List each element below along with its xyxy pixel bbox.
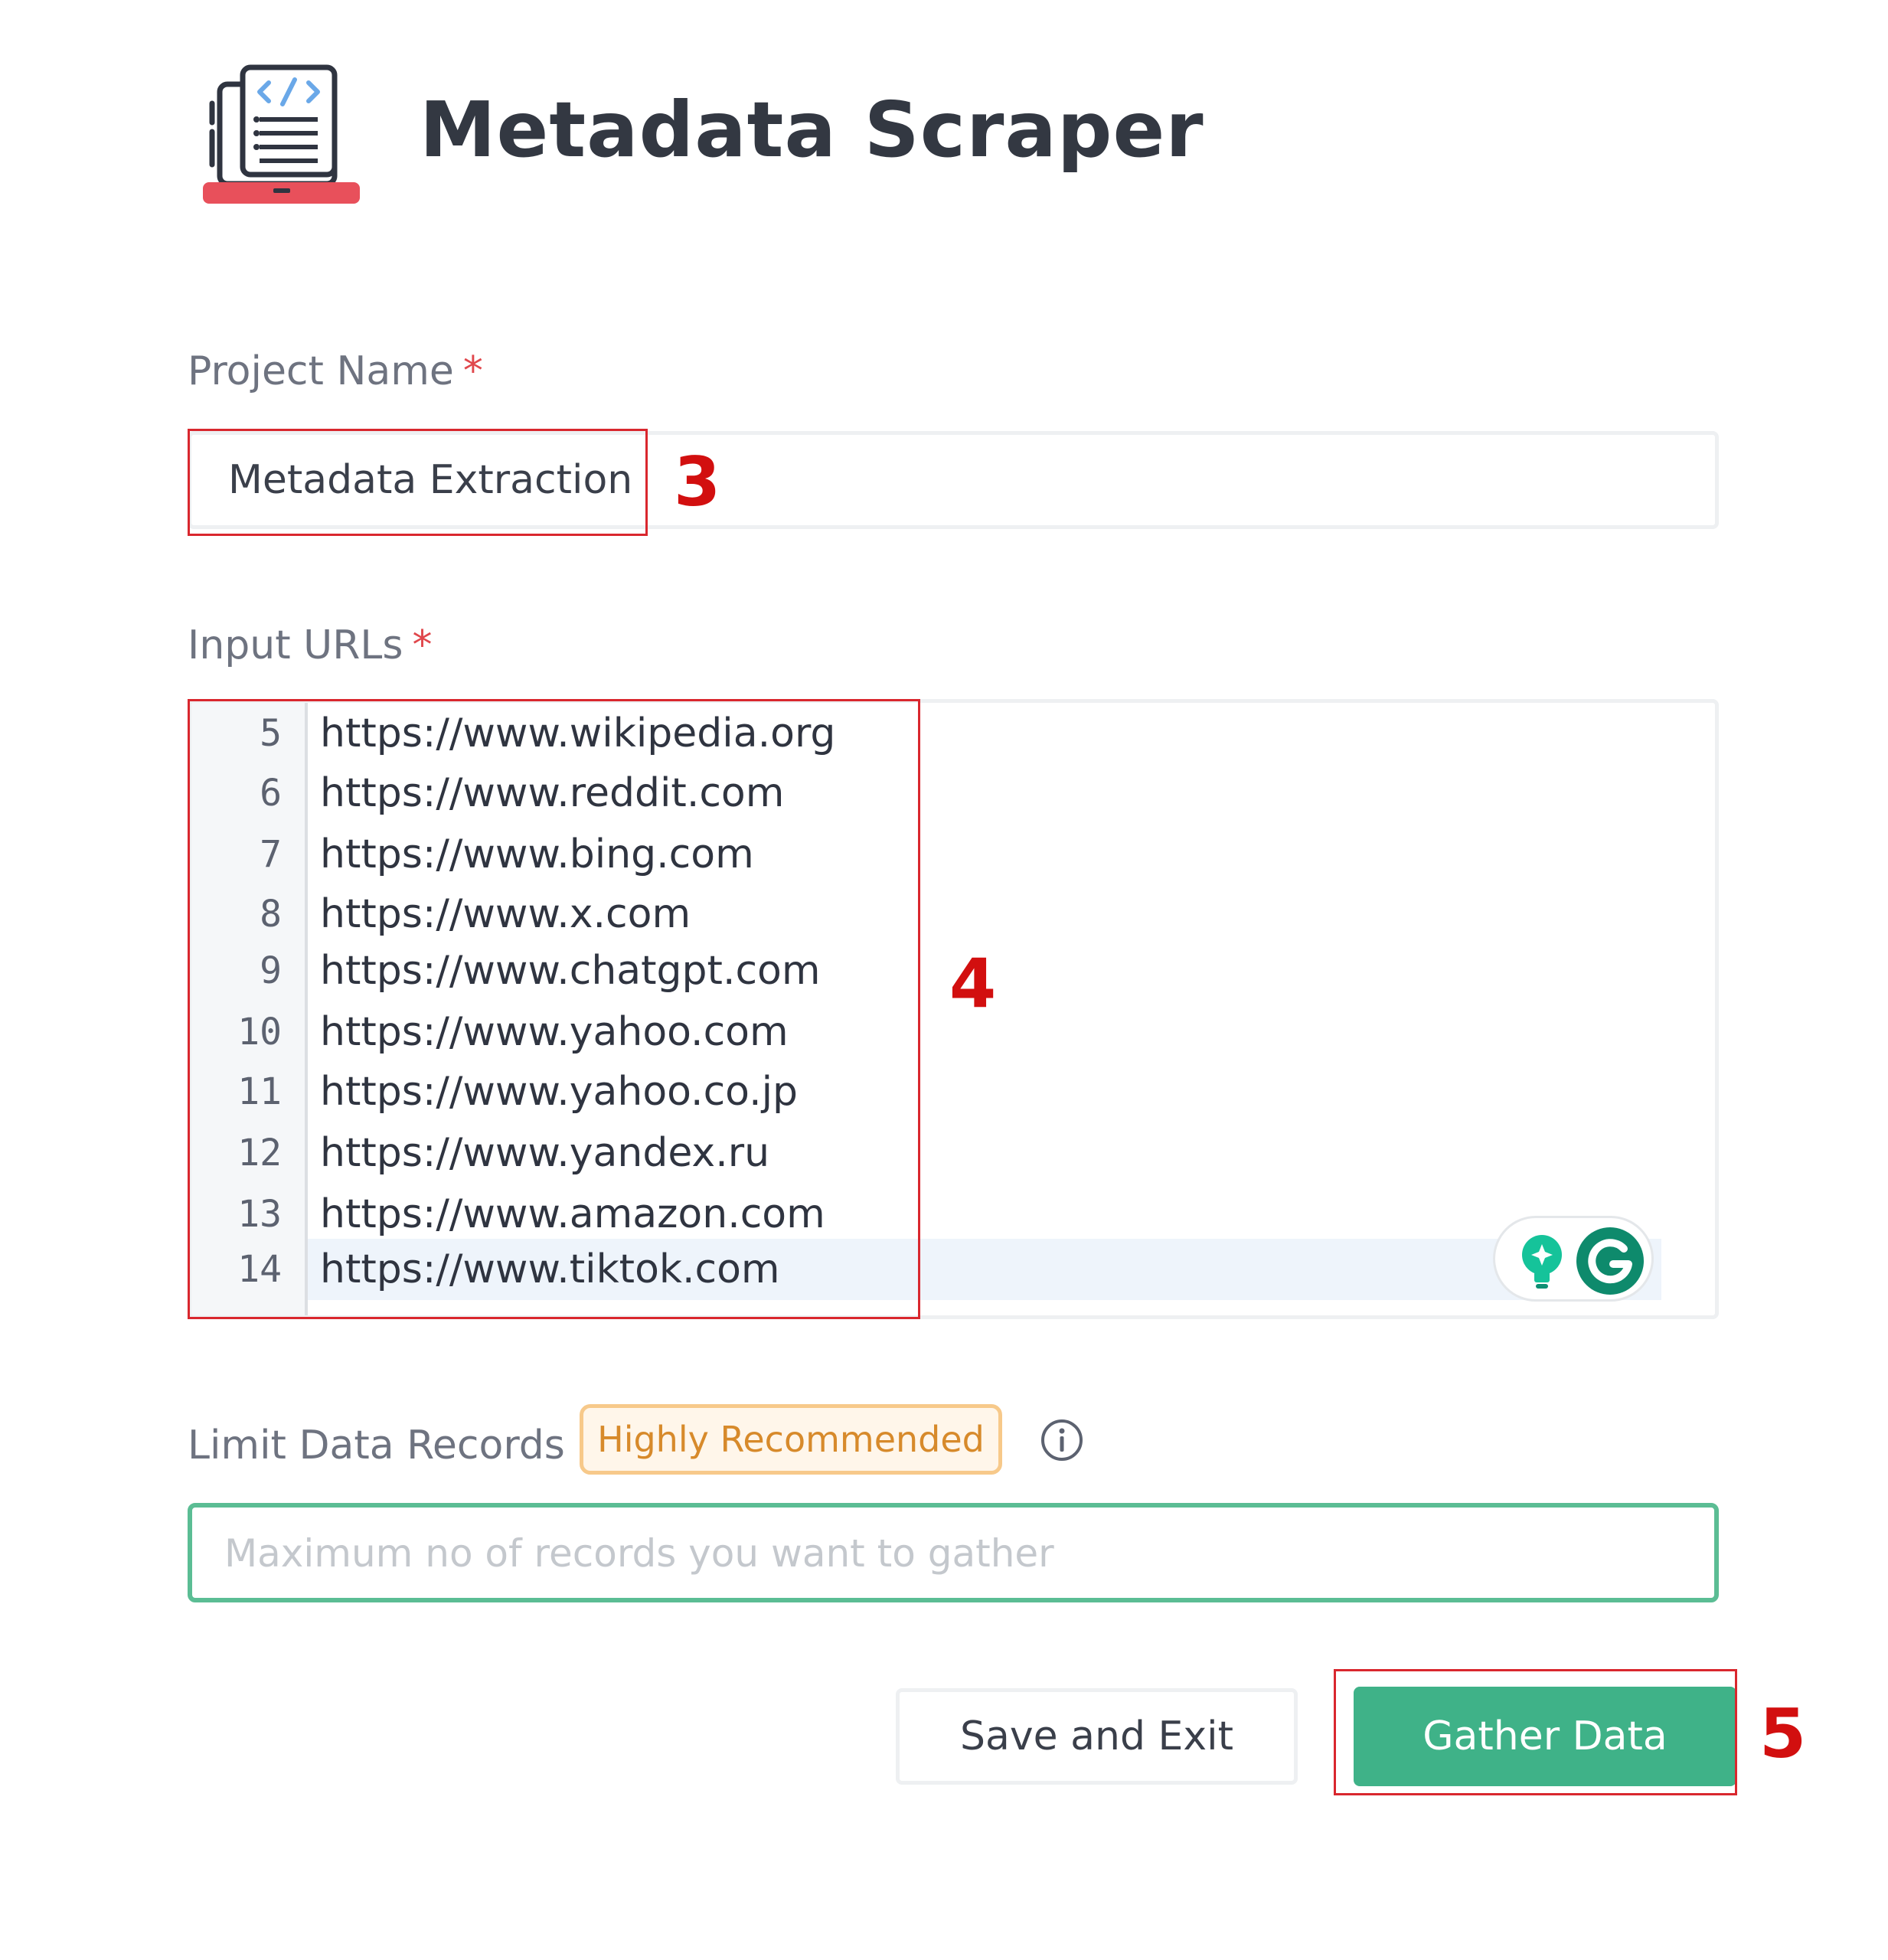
url-text[interactable]: https://www.amazon.com [320,1184,825,1245]
line-number: 9 [260,949,282,992]
url-text[interactable]: https://www.bing.com [320,824,754,885]
line-number: 13 [237,1193,282,1236]
required-marker: * [412,622,433,668]
info-icon[interactable] [1040,1418,1084,1462]
project-name-value[interactable]: Metadata Extraction [228,435,632,525]
project-name-label: Project Name * [188,345,483,398]
url-text[interactable]: https://www.chatgpt.com [320,940,821,1001]
app-title: Metadata Scraper [420,85,1204,175]
line-number: 10 [237,1011,282,1054]
url-text[interactable]: https://www.tiktok.com [320,1239,780,1300]
url-text[interactable]: https://www.yandex.ru [320,1122,769,1184]
step-marker-3: 3 [674,443,721,521]
limit-records-label: Limit Data Records [188,1423,565,1468]
gather-data-button[interactable]: Gather Data [1354,1687,1736,1786]
app-logo-icon [203,61,367,207]
url-text[interactable]: https://www.yahoo.co.jp [320,1061,798,1122]
input-urls-label: Input URLs * [188,619,432,672]
line-number: 6 [260,772,282,815]
step-marker-4: 4 [949,944,997,1023]
line-number: 11 [237,1070,282,1113]
line-number: 7 [260,833,282,876]
url-text[interactable]: https://www.wikipedia.org [320,703,835,764]
project-name-input[interactable]: Metadata Extraction [188,431,1719,529]
line-number: 5 [260,712,282,755]
lightbulb-icon[interactable] [1518,1233,1566,1290]
line-number: 8 [260,893,282,936]
editor-line-active[interactable]: 14 https://www.tiktok.com [191,1239,1187,1300]
url-text[interactable]: https://www.x.com [320,884,691,945]
editor-line[interactable]: 13 https://www.amazon.com [191,1184,1187,1245]
highly-recommended-badge: Highly Recommended [580,1404,1002,1475]
url-text[interactable]: https://www.reddit.com [320,763,784,824]
editor-line[interactable]: 10 https://www.yahoo.com [191,1001,1187,1063]
line-number: 12 [237,1132,282,1174]
url-text[interactable]: https://www.yahoo.com [320,1001,789,1063]
project-name-label-text: Project Name [188,348,454,394]
required-marker: * [462,348,483,394]
editor-line[interactable]: 6 https://www.reddit.com [191,763,1187,824]
editor-line[interactable]: 12 https://www.yandex.ru [191,1122,1187,1184]
editor-line[interactable]: 11 https://www.yahoo.co.jp [191,1061,1187,1122]
line-number: 14 [237,1248,282,1291]
save-and-exit-button[interactable]: Save and Exit [896,1688,1298,1785]
limit-records-input-wrapper[interactable] [188,1503,1719,1602]
editor-line[interactable]: 7 https://www.bing.com [191,824,1187,885]
step-marker-5: 5 [1759,1694,1807,1773]
editor-line[interactable]: 9 https://www.chatgpt.com [191,940,1187,1001]
input-urls-label-text: Input URLs [188,622,403,668]
limit-records-input[interactable] [223,1508,1681,1599]
grammarly-icon[interactable] [1575,1226,1645,1296]
editor-line[interactable]: 8 https://www.x.com [191,884,1187,945]
grammarly-widget[interactable] [1493,1216,1654,1302]
editor-line[interactable]: 5 https://www.wikipedia.org [191,703,1187,764]
